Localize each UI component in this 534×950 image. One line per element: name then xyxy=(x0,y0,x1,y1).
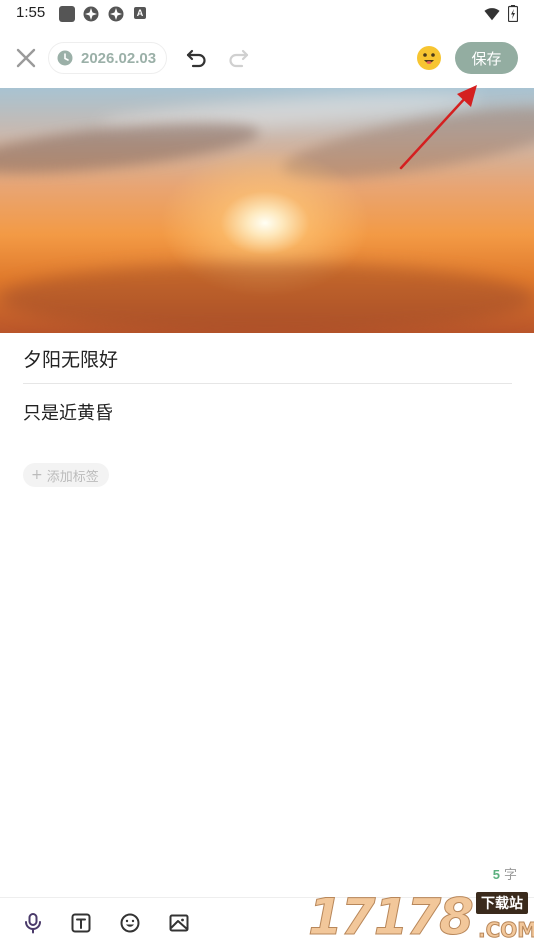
watermark-domain: .COM xyxy=(477,918,534,943)
save-button[interactable]: 保存 xyxy=(455,42,518,74)
close-icon[interactable] xyxy=(12,44,40,72)
notification-a-icon: A xyxy=(134,7,146,19)
word-count-unit: 字 xyxy=(503,868,517,883)
emoji-icon[interactable] xyxy=(119,912,141,934)
watermark-site-label: 下载站 xyxy=(476,892,528,914)
entry-title[interactable]: 夕阳无限好 xyxy=(23,345,118,372)
notification-app-icon xyxy=(83,6,99,22)
clock-icon xyxy=(57,50,73,66)
mood-emoji-icon[interactable] xyxy=(415,44,443,72)
word-count-number: 5 xyxy=(492,867,500,882)
plus-icon: + xyxy=(31,467,43,483)
wifi-icon xyxy=(484,8,500,21)
word-count: 5字 xyxy=(493,864,517,883)
entry-body[interactable]: 只是近黄昏 xyxy=(23,399,113,425)
date-selector[interactable]: 2026.02.03 xyxy=(48,42,168,74)
watermark-logo-numbers: 17178 xyxy=(308,888,475,947)
site-watermark: 17178 下载站 .COM xyxy=(308,888,534,950)
image-icon[interactable] xyxy=(168,912,190,934)
redo-icon[interactable] xyxy=(225,45,251,71)
title-divider xyxy=(23,383,512,384)
microphone-icon[interactable] xyxy=(22,912,44,934)
entry-date: 2026.02.03 xyxy=(81,49,157,67)
editor-toolbar: 2026.02.03 保存 xyxy=(0,30,534,86)
notification-square-icon xyxy=(59,6,75,22)
add-tag-button[interactable]: + 添加标签 xyxy=(23,463,109,487)
status-time: 1:55 xyxy=(16,4,46,21)
text-format-icon[interactable] xyxy=(70,912,92,934)
add-tag-label: 添加标签 xyxy=(46,469,99,485)
undo-icon[interactable] xyxy=(184,45,210,71)
battery-icon xyxy=(508,5,518,22)
notification-app-icon xyxy=(108,6,124,22)
status-bar: 1:55 A xyxy=(0,0,534,28)
annotation-arrow xyxy=(399,85,477,170)
